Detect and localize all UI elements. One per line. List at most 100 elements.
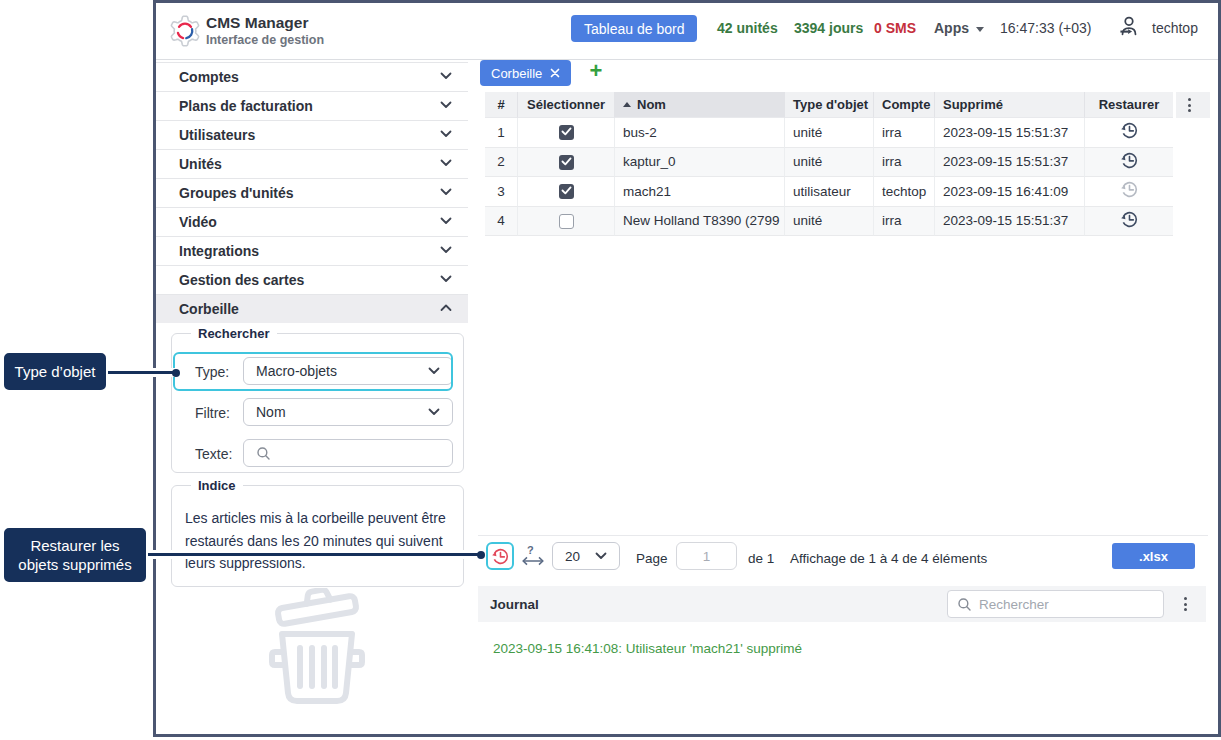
pagination-bar: ? 20 Page 1 de 1 Affichage de 1 à 4 de 4…	[478, 535, 1208, 581]
row-deleted: 2023-09-15 15:51:37	[935, 207, 1085, 237]
app-title: CMS Manager	[206, 13, 324, 32]
sidebar-item-utilisateurs[interactable]: Utilisateurs	[156, 120, 468, 149]
text-label: Texte:	[195, 445, 232, 463]
chevron-down-icon	[440, 188, 452, 196]
checkbox-checked[interactable]	[559, 125, 574, 140]
journal-search-input[interactable]: Rechercher	[947, 590, 1164, 618]
sidebar-item-unites[interactable]: Unités	[156, 149, 468, 178]
col-num[interactable]: #	[485, 92, 518, 118]
search-legend: Rechercher	[191, 325, 277, 342]
chevron-up-icon	[440, 304, 452, 312]
journal-menu-button[interactable]	[1184, 597, 1187, 611]
annotation-dot	[477, 551, 485, 559]
sidebar: Comptes Plans de facturation Utilisateur…	[156, 62, 468, 734]
add-tab-icon[interactable]: +	[585, 60, 607, 82]
row-num: 1	[485, 118, 518, 148]
row-select-cell	[518, 177, 615, 207]
page-input[interactable]: 1	[676, 542, 737, 570]
row-select-cell	[518, 207, 615, 237]
callout-line2: objets supprimés	[18, 556, 131, 573]
table-menu-button[interactable]	[1176, 92, 1210, 118]
sidebar-item-plans[interactable]: Plans de facturation	[156, 91, 468, 120]
annotation-callout-restore: Restaurer les objets supprimés	[2, 526, 148, 584]
journal-search-placeholder: Rechercher	[979, 597, 1049, 612]
chevron-down-icon	[440, 72, 452, 80]
filter-label: Filtre:	[195, 404, 230, 422]
chevron-down-icon	[440, 246, 452, 254]
chevron-down-icon	[428, 408, 440, 416]
col-nom[interactable]: Nom	[615, 92, 785, 118]
row-name: bus-2	[615, 118, 785, 148]
sidebar-item-label: Gestion des cartes	[179, 272, 304, 288]
col-select[interactable]: Sélectionner	[518, 92, 615, 118]
export-xlsx-button[interactable]: .xlsx	[1112, 543, 1195, 569]
sidebar-item-label: Vidéo	[179, 214, 217, 230]
table-row: 3 mach21 utilisateur techtop 2023-09-15 …	[485, 177, 1173, 207]
chevron-down-icon	[440, 101, 452, 109]
chevron-down-icon	[440, 159, 452, 167]
row-restore-cell	[1085, 118, 1173, 148]
days-counter[interactable]: 3394 jours	[794, 19, 863, 37]
row-select-cell	[518, 148, 615, 178]
row-deleted: 2023-09-15 16:41:09	[935, 177, 1085, 207]
annotation-highlight-type	[173, 352, 453, 391]
annotation-dot	[172, 369, 180, 377]
units-counter[interactable]: 42 unités	[717, 19, 778, 37]
sms-counter[interactable]: 0 SMS	[874, 19, 916, 37]
journal-title: Journal	[490, 597, 539, 612]
sidebar-item-corbeille[interactable]: Corbeille	[156, 294, 468, 323]
tab-corbeille[interactable]: Corbeille	[480, 60, 571, 86]
dashboard-button[interactable]: Tableau de bord	[571, 15, 697, 42]
col-nom-label: Nom	[637, 97, 666, 112]
table-row: 2 kaptur_0 unité irra 2023-09-15 15:51:3…	[485, 148, 1173, 178]
restore-selected-button[interactable]	[486, 542, 514, 570]
user-icon[interactable]	[1118, 15, 1140, 37]
restore-icon[interactable]	[1120, 210, 1139, 232]
page-size-select[interactable]: 20	[552, 542, 620, 570]
row-name: mach21	[615, 177, 785, 207]
svg-text:?: ?	[527, 544, 534, 556]
annotation-callout-type: Type d’objet	[2, 351, 108, 392]
app-title-block: CMS Manager Interface de gestion	[206, 13, 324, 48]
sidebar-item-groupes[interactable]: Groupes d'unités	[156, 178, 468, 207]
table-row: 4 New Holland T8390 (2799 unité irra 202…	[485, 207, 1173, 237]
hint-fieldset: Indice Les articles mis à la corbeille p…	[171, 485, 464, 587]
sidebar-item-comptes[interactable]: Comptes	[156, 62, 468, 91]
chevron-down-icon	[440, 217, 452, 225]
col-compte[interactable]: Compte	[874, 92, 935, 118]
hint-text: Les articles mis à la corbeille peuvent …	[185, 507, 453, 575]
apps-menu[interactable]: Apps	[934, 19, 984, 37]
sidebar-item-video[interactable]: Vidéo	[156, 207, 468, 236]
col-supprime[interactable]: Supprimé	[935, 92, 1085, 118]
sidebar-item-label: Unités	[179, 156, 222, 172]
search-icon	[957, 597, 972, 612]
fit-width-icon[interactable]: ?	[520, 544, 546, 568]
row-num: 3	[485, 177, 518, 207]
row-account: irra	[874, 207, 935, 237]
row-name: kaptur_0	[615, 148, 785, 178]
sidebar-item-cartes[interactable]: Gestion des cartes	[156, 265, 468, 294]
row-restore-cell	[1085, 207, 1173, 237]
col-restaurer[interactable]: Restaurer	[1085, 92, 1173, 118]
row-account: techtop	[874, 177, 935, 207]
restore-icon[interactable]	[1120, 151, 1139, 173]
restore-icon[interactable]	[1120, 121, 1139, 143]
sidebar-item-label: Corbeille	[179, 301, 239, 317]
app-subtitle: Interface de gestion	[206, 32, 324, 48]
username[interactable]: techtop	[1152, 19, 1198, 37]
col-type[interactable]: Type d'objet	[785, 92, 874, 118]
checkbox-checked[interactable]	[559, 184, 574, 199]
checkbox-unchecked[interactable]	[559, 214, 574, 229]
row-name: New Holland T8390 (2799	[615, 207, 785, 237]
kebab-icon	[1188, 98, 1191, 112]
text-input[interactable]	[243, 439, 453, 467]
filter-select[interactable]: Nom	[243, 398, 453, 426]
tab-close-icon[interactable]	[550, 68, 560, 78]
cms-logo-gear-icon	[168, 14, 202, 48]
checkbox-checked[interactable]	[559, 155, 574, 170]
row-type: utilisateur	[785, 177, 874, 207]
main-panel: Corbeille + # Sélectionner Nom Type d'ob…	[478, 60, 1216, 734]
sidebar-item-integrations[interactable]: Integrations	[156, 236, 468, 265]
callout-line1: Restaurer les	[30, 537, 119, 554]
row-select-cell	[518, 118, 615, 148]
